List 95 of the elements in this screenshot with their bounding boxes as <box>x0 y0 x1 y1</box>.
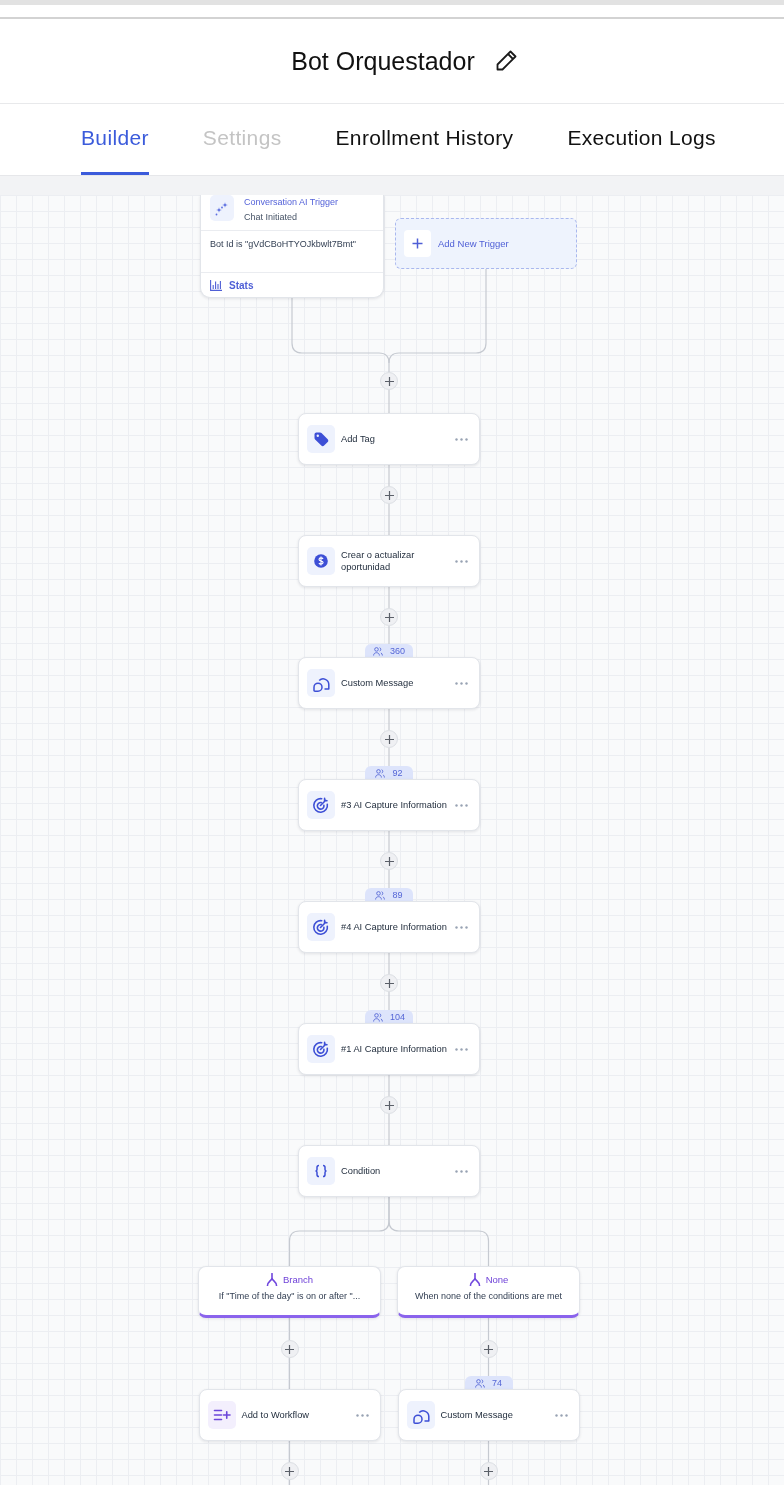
plus-icon <box>384 978 394 988</box>
plus-icon <box>384 1100 394 1110</box>
add-step-button[interactable] <box>380 608 398 626</box>
node-title: Condition <box>341 1165 382 1177</box>
node-title: Add to Workflow <box>241 1409 311 1421</box>
tag-icon <box>307 425 335 453</box>
action-node[interactable]: #1 AI Capture Information <box>298 1023 480 1075</box>
branch-name: Branch <box>282 1273 314 1286</box>
more-options-icon[interactable] <box>455 925 468 929</box>
users-icon <box>373 1012 383 1022</box>
users-icon <box>375 890 386 900</box>
action-node[interactable]: #3 AI Capture Information <box>298 779 480 831</box>
add-step-button[interactable] <box>479 1462 498 1480</box>
action-node[interactable]: Custom Message <box>397 1389 580 1441</box>
node-title: Custom Message <box>440 1409 514 1421</box>
more-options-icon[interactable] <box>455 1169 468 1173</box>
action-node[interactable]: Custom Message <box>298 657 480 709</box>
trigger-event: Chat Initiated <box>244 211 299 223</box>
add-step-button[interactable] <box>380 372 398 390</box>
connector-line <box>288 1479 291 1485</box>
connector-line <box>288 1357 291 1390</box>
node-title: #3 AI Capture Information <box>341 799 448 811</box>
add-trigger-button[interactable]: Add New Trigger <box>395 218 577 269</box>
trigger-title: Conversation AI Trigger <box>244 196 339 208</box>
plus-icon <box>404 230 431 257</box>
connector-line <box>288 1440 291 1463</box>
contact-count: 89 <box>392 889 403 901</box>
action-node[interactable]: #4 AI Capture Information <box>298 901 480 953</box>
more-options-icon[interactable] <box>455 437 468 441</box>
chat-bubbles-icon <box>406 1401 435 1429</box>
plus-icon <box>384 856 394 866</box>
plus-icon <box>285 1466 294 1476</box>
add-step-button[interactable] <box>479 1340 498 1358</box>
branch-condition: When none of the conditions are met <box>414 1290 563 1302</box>
add-step-button[interactable] <box>280 1462 299 1480</box>
add-step-button[interactable] <box>380 852 398 870</box>
tab[interactable]: Enrollment History <box>335 104 514 175</box>
dollar-coin-icon <box>307 547 335 575</box>
add-step-button[interactable] <box>380 730 398 748</box>
plus-icon <box>384 490 394 500</box>
plus-icon <box>384 376 394 386</box>
sparkle-icon <box>210 195 234 221</box>
add-step-button[interactable] <box>380 974 398 992</box>
action-node[interactable]: Condition <box>298 1145 480 1197</box>
contact-count: 360 <box>390 645 405 657</box>
contact-count: 104 <box>390 1011 405 1023</box>
action-node[interactable]: Add Tag <box>298 413 480 465</box>
node-title: #1 AI Capture Information <box>341 1043 448 1055</box>
connector-line <box>487 1479 490 1485</box>
action-node[interactable]: Crear o actualizar oportunidad <box>298 535 480 587</box>
node-title: #4 AI Capture Information <box>341 921 448 933</box>
target-icon <box>307 913 335 941</box>
trigger-node[interactable]: Conversation AI Trigger Chat Initiated Bot Id is "gVdCBoHTYOJkbwlt7Bmt" Stats <box>200 195 384 298</box>
contact-count: 92 <box>392 767 403 779</box>
branch-icon <box>468 1273 481 1286</box>
node-title: Custom Message <box>341 677 415 689</box>
connector-line <box>487 1440 490 1463</box>
branch-node[interactable]: None When none of the conditions are met <box>397 1266 580 1318</box>
chat-bubbles-icon <box>307 669 335 697</box>
bar-chart-icon <box>210 279 222 291</box>
list-plus-icon <box>207 1401 236 1429</box>
users-icon <box>475 1378 485 1388</box>
node-title: Crear o actualizar oportunidad <box>341 549 416 573</box>
branch-condition: If "Time of the day" is on or after "... <box>218 1290 361 1302</box>
braces-icon <box>307 1157 335 1185</box>
node-title: Add Tag <box>341 433 376 445</box>
action-node[interactable]: Add to Workflow <box>198 1389 381 1441</box>
tab[interactable]: Execution Logs <box>567 104 716 175</box>
add-step-button[interactable] <box>280 1340 299 1358</box>
users-icon <box>375 768 386 778</box>
plus-icon <box>484 1344 493 1354</box>
target-icon <box>307 1035 335 1063</box>
target-icon <box>307 791 335 819</box>
plus-icon <box>384 612 394 622</box>
branch-node[interactable]: Branch If "Time of the day" is on or after "... <box>198 1266 381 1318</box>
more-options-icon[interactable] <box>355 1413 369 1417</box>
branch-name: None <box>485 1273 509 1286</box>
contact-count: 74 <box>492 1377 502 1389</box>
connector-line <box>487 1317 490 1341</box>
branch-icon <box>265 1273 278 1286</box>
trigger-filter: Bot Id is "gVdCBoHTYOJkbwlt7Bmt" <box>210 239 356 249</box>
plus-icon <box>484 1466 493 1476</box>
more-options-icon[interactable] <box>455 803 468 807</box>
more-options-icon[interactable] <box>455 681 468 685</box>
add-step-button[interactable] <box>380 1096 398 1114</box>
connector-line <box>288 1317 291 1341</box>
plus-icon <box>285 1344 294 1354</box>
plus-icon <box>384 734 394 744</box>
more-options-icon[interactable] <box>455 559 468 563</box>
add-step-button[interactable] <box>380 486 398 504</box>
workflow-title: Bot Orquestador <box>291 46 475 76</box>
users-icon <box>373 646 383 656</box>
more-options-icon[interactable] <box>455 1047 468 1051</box>
more-options-icon[interactable] <box>554 1413 568 1417</box>
stats-button[interactable]: Stats <box>210 279 254 291</box>
